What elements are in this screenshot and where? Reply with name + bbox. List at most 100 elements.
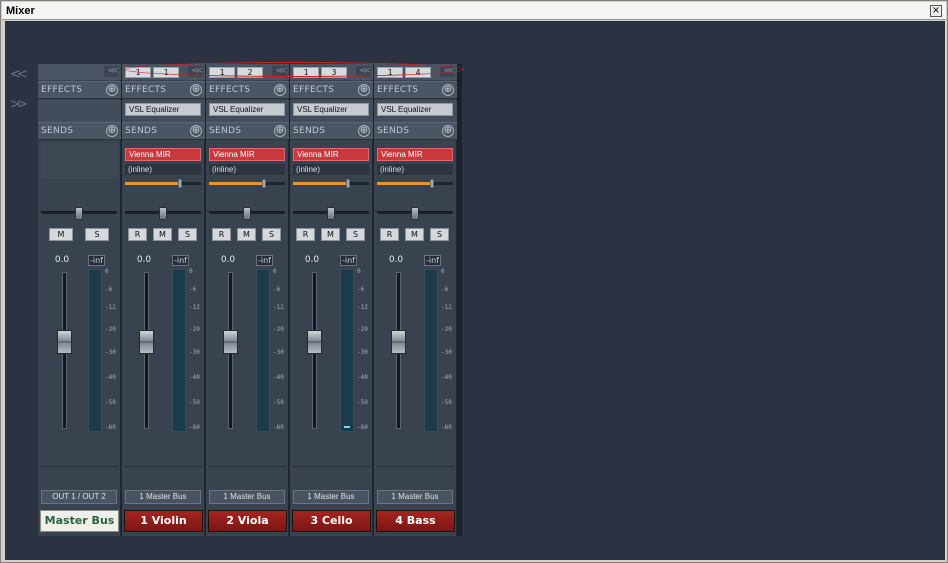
effect-slot-empty[interactable] xyxy=(38,100,121,122)
divider xyxy=(40,466,119,467)
pan-slider[interactable] xyxy=(377,207,453,220)
highlight-ellipse xyxy=(125,62,464,77)
meter-scale-label: -12 xyxy=(189,304,200,311)
mixer-client-area: << >> << EFFECTS ⊕ SENDS ⊕ M S 0.0 -inf … xyxy=(5,21,945,560)
mute-button[interactable]: M xyxy=(405,228,424,241)
send-level-knob[interactable] xyxy=(178,179,182,188)
output-selector[interactable]: 1 Master Bus xyxy=(377,490,453,504)
meter-scale-label: 0 xyxy=(105,268,109,275)
pan-knob[interactable] xyxy=(327,207,335,220)
send-level-knob[interactable] xyxy=(262,179,266,188)
channel-name[interactable]: 1 Violin xyxy=(124,510,203,532)
peak-value[interactable]: -inf xyxy=(256,255,273,266)
send-level-knob[interactable] xyxy=(430,179,434,188)
pan-slider[interactable] xyxy=(209,207,285,220)
add-send-icon[interactable]: ⊕ xyxy=(190,125,202,137)
record-button[interactable]: R xyxy=(380,228,399,241)
effect-slot[interactable]: VSL Equalizer xyxy=(293,103,369,116)
solo-button[interactable]: S xyxy=(85,228,109,241)
send-mode[interactable]: (inline) xyxy=(377,164,453,175)
output-selector[interactable]: 1 Master Bus xyxy=(293,490,369,504)
solo-button[interactable]: S xyxy=(262,228,281,241)
pan-slider[interactable] xyxy=(41,207,117,220)
mute-button[interactable]: M xyxy=(237,228,256,241)
meter-scale-label: -12 xyxy=(357,304,368,311)
channel-name[interactable]: 2 Viola xyxy=(208,510,287,532)
send-slot[interactable]: Vienna MIR xyxy=(377,148,453,161)
scroll-right-icon[interactable]: >> xyxy=(10,98,32,111)
record-button[interactable]: R xyxy=(212,228,231,241)
channel-name[interactable]: Master Bus xyxy=(40,510,119,532)
send-level-knob[interactable] xyxy=(346,179,350,188)
mute-button[interactable]: M xyxy=(49,228,73,241)
output-selector[interactable]: OUT 1 / OUT 2 xyxy=(41,490,117,504)
send-mode[interactable]: (inline) xyxy=(293,164,369,175)
close-icon[interactable]: × xyxy=(930,5,942,17)
effects-label: EFFECTS xyxy=(293,85,335,95)
add-effect-icon[interactable]: ⊕ xyxy=(190,84,202,96)
pan-knob[interactable] xyxy=(243,207,251,220)
add-send-icon[interactable]: ⊕ xyxy=(274,125,286,137)
mute-button[interactable]: M xyxy=(153,228,172,241)
send-slot[interactable]: Vienna MIR xyxy=(125,148,201,161)
pan-knob[interactable] xyxy=(75,207,83,220)
pan-knob[interactable] xyxy=(159,207,167,220)
record-button[interactable]: R xyxy=(296,228,315,241)
scroll-left-icon[interactable]: << xyxy=(10,68,32,81)
title-bar[interactable]: Mixer × xyxy=(2,2,946,20)
volume-value: 0.0 xyxy=(304,255,320,265)
output-selector[interactable]: 1 Master Bus xyxy=(209,490,285,504)
sends-label: SENDS xyxy=(293,126,326,136)
mixer-strips: << EFFECTS ⊕ SENDS ⊕ M S 0.0 -inf 0 -6 -… xyxy=(38,64,462,536)
send-level-slider[interactable] xyxy=(293,179,369,188)
peak-value[interactable]: -inf xyxy=(424,255,441,266)
peak-value[interactable]: -inf xyxy=(172,255,189,266)
mute-button[interactable]: M xyxy=(321,228,340,241)
peak-value[interactable]: -inf xyxy=(340,255,357,266)
volume-fader-knob[interactable] xyxy=(307,330,322,354)
collapse-icon[interactable]: << xyxy=(104,66,119,77)
channel-name[interactable]: 4 Bass xyxy=(376,510,455,532)
send-level-slider[interactable] xyxy=(209,179,285,188)
effect-slot[interactable]: VSL Equalizer xyxy=(125,103,201,116)
effect-slot[interactable]: VSL Equalizer xyxy=(209,103,285,116)
meter-scale-label: -6 xyxy=(441,286,449,293)
pan-slider[interactable] xyxy=(293,207,369,220)
add-send-icon[interactable]: ⊕ xyxy=(106,125,118,137)
pan-knob[interactable] xyxy=(411,207,419,220)
add-effect-icon[interactable]: ⊕ xyxy=(106,84,118,96)
pan-slider[interactable] xyxy=(125,207,201,220)
divider xyxy=(292,466,371,467)
record-button[interactable]: R xyxy=(128,228,147,241)
add-effect-icon[interactable]: ⊕ xyxy=(274,84,286,96)
peak-value[interactable]: -inf xyxy=(88,255,105,266)
solo-button[interactable]: S xyxy=(430,228,449,241)
divider xyxy=(124,466,203,467)
meter-scale-label: -40 xyxy=(273,374,284,381)
effects-label: EFFECTS xyxy=(41,85,83,95)
volume-fader-knob[interactable] xyxy=(139,330,154,354)
send-level-slider[interactable] xyxy=(377,179,453,188)
meter-scale-label: 0 xyxy=(189,268,193,275)
add-send-icon[interactable]: ⊕ xyxy=(442,125,454,137)
add-effect-icon[interactable]: ⊕ xyxy=(358,84,370,96)
volume-fader-knob[interactable] xyxy=(57,330,72,354)
send-slot[interactable]: Vienna MIR xyxy=(209,148,285,161)
level-meter xyxy=(256,269,270,432)
add-send-icon[interactable]: ⊕ xyxy=(358,125,370,137)
solo-button[interactable]: S xyxy=(178,228,197,241)
effect-slot[interactable]: VSL Equalizer xyxy=(377,103,453,116)
volume-fader-knob[interactable] xyxy=(223,330,238,354)
send-level-slider[interactable] xyxy=(125,179,201,188)
solo-button[interactable]: S xyxy=(346,228,365,241)
send-slot[interactable]: Vienna MIR xyxy=(293,148,369,161)
output-selector[interactable]: 1 Master Bus xyxy=(125,490,201,504)
send-mode[interactable]: (inline) xyxy=(125,164,201,175)
level-meter-value xyxy=(344,426,350,428)
send-mode[interactable]: (inline) xyxy=(209,164,285,175)
meter-scale-label: -50 xyxy=(273,399,284,406)
channel-name[interactable]: 3 Cello xyxy=(292,510,371,532)
meter-scale-label: 0 xyxy=(441,268,445,275)
volume-fader-knob[interactable] xyxy=(391,330,406,354)
add-effect-icon[interactable]: ⊕ xyxy=(442,84,454,96)
